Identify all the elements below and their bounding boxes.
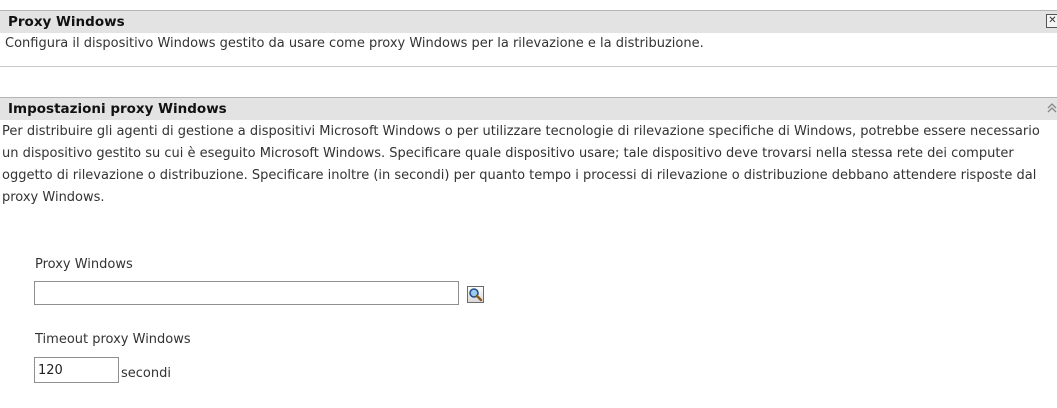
proxy-section-title-text: Proxy Windows xyxy=(8,14,125,30)
proxy-windows-label: Proxy Windows xyxy=(35,257,133,272)
search-icon[interactable] xyxy=(467,286,484,303)
proxy-windows-input[interactable] xyxy=(34,281,459,305)
settings-section-title-text: Impostazioni proxy Windows xyxy=(8,101,227,117)
close-icon[interactable]: ✕ xyxy=(1046,14,1057,28)
collapse-icon[interactable] xyxy=(1046,102,1057,116)
timeout-input[interactable] xyxy=(34,357,119,383)
timeout-label: Timeout proxy Windows xyxy=(35,332,191,347)
timeout-unit-label: secondi xyxy=(121,366,171,381)
settings-section-title: Impostazioni proxy Windows xyxy=(0,97,1057,120)
section-divider xyxy=(0,66,1057,67)
proxy-section-title: Proxy Windows ✕ xyxy=(0,10,1057,33)
settings-section-description: Per distribuire gli agenti di gestione a… xyxy=(2,124,1040,205)
proxy-section-description: Configura il dispositivo Windows gestito… xyxy=(5,36,704,51)
